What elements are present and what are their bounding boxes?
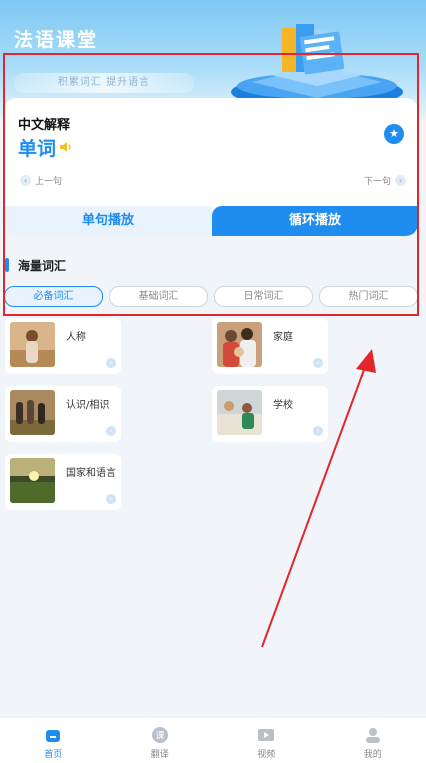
tab-video-label: 视频: [257, 750, 276, 760]
tab-translate[interactable]: 课 翻译: [107, 718, 214, 763]
family-photo-icon: [217, 322, 262, 367]
app-title: 法语课堂: [14, 29, 99, 51]
topic-label: 人称: [66, 332, 86, 343]
tab-profile[interactable]: 我的: [320, 718, 426, 763]
profile-icon: [365, 728, 380, 743]
person-photo-icon: [10, 322, 55, 367]
loop-play-button[interactable]: 循环播放: [212, 206, 418, 236]
chevron-left-icon: ‹: [20, 175, 31, 186]
chevron-right-icon: ›: [395, 175, 406, 186]
topic-label: 认识/相识: [66, 400, 110, 411]
arrow-right-icon: ›: [106, 494, 116, 504]
category-tabs: 必备词汇 基础词汇 日常词汇 热门词汇: [4, 286, 418, 308]
translate-icon: 课: [151, 727, 168, 743]
tab-home[interactable]: 首页: [0, 718, 107, 763]
landscape-photo-icon: [10, 458, 55, 503]
tab-popular[interactable]: 热门词汇: [319, 286, 418, 307]
topic-label: 国家和语言: [66, 468, 116, 479]
prev-sentence-label: 上一句: [35, 177, 63, 187]
prev-sentence-button[interactable]: ‹ 上一句: [20, 174, 62, 187]
word-meaning-label: 中文解释: [18, 118, 71, 133]
friends-photo-icon: [10, 390, 55, 435]
topic-card-family[interactable]: 家庭 ›: [212, 318, 328, 374]
tab-translate-label: 翻译: [150, 750, 169, 760]
word-text: 单词: [18, 138, 57, 160]
svg-text:课: 课: [155, 731, 164, 742]
tab-video[interactable]: 视频: [213, 718, 320, 763]
school-photo-icon: [217, 390, 262, 435]
single-play-button[interactable]: 单句播放: [4, 206, 212, 236]
arrow-right-icon: ›: [106, 358, 116, 368]
next-sentence-button[interactable]: 下一句 ›: [364, 174, 406, 187]
bottom-tab-bar: 首页 课 翻译 视频 我的: [0, 717, 426, 763]
arrow-right-icon: ›: [313, 358, 323, 368]
topic-label: 家庭: [273, 332, 293, 343]
tab-profile-label: 我的: [363, 750, 382, 760]
speaker-icon[interactable]: [59, 140, 73, 154]
section-accent-bar: [5, 258, 9, 272]
topic-card-school[interactable]: 学校 ›: [212, 386, 328, 442]
topic-card-acquaintance[interactable]: 认识/相识 ›: [5, 386, 121, 442]
favorite-star-icon[interactable]: ★: [384, 124, 404, 144]
arrow-right-icon: ›: [313, 426, 323, 436]
topic-card-person[interactable]: 人称 ›: [5, 318, 121, 374]
video-icon: [258, 729, 275, 741]
tab-daily[interactable]: 日常词汇: [214, 286, 313, 307]
tab-basic[interactable]: 基础词汇: [109, 286, 208, 307]
section-title: 海量词汇: [18, 259, 67, 273]
slogan-banner: 积累词汇 提升语言: [14, 73, 194, 93]
topic-card-countries[interactable]: 国家和语言 ›: [5, 454, 121, 510]
tab-home-label: 首页: [44, 750, 63, 760]
next-sentence-label: 下一句: [363, 177, 391, 187]
play-mode-row: 单句播放 循环播放: [4, 206, 418, 236]
arrow-right-icon: ›: [106, 426, 116, 436]
home-icon: [46, 730, 61, 742]
topic-label: 学校: [273, 400, 293, 411]
tab-essential[interactable]: 必备词汇: [4, 286, 103, 307]
